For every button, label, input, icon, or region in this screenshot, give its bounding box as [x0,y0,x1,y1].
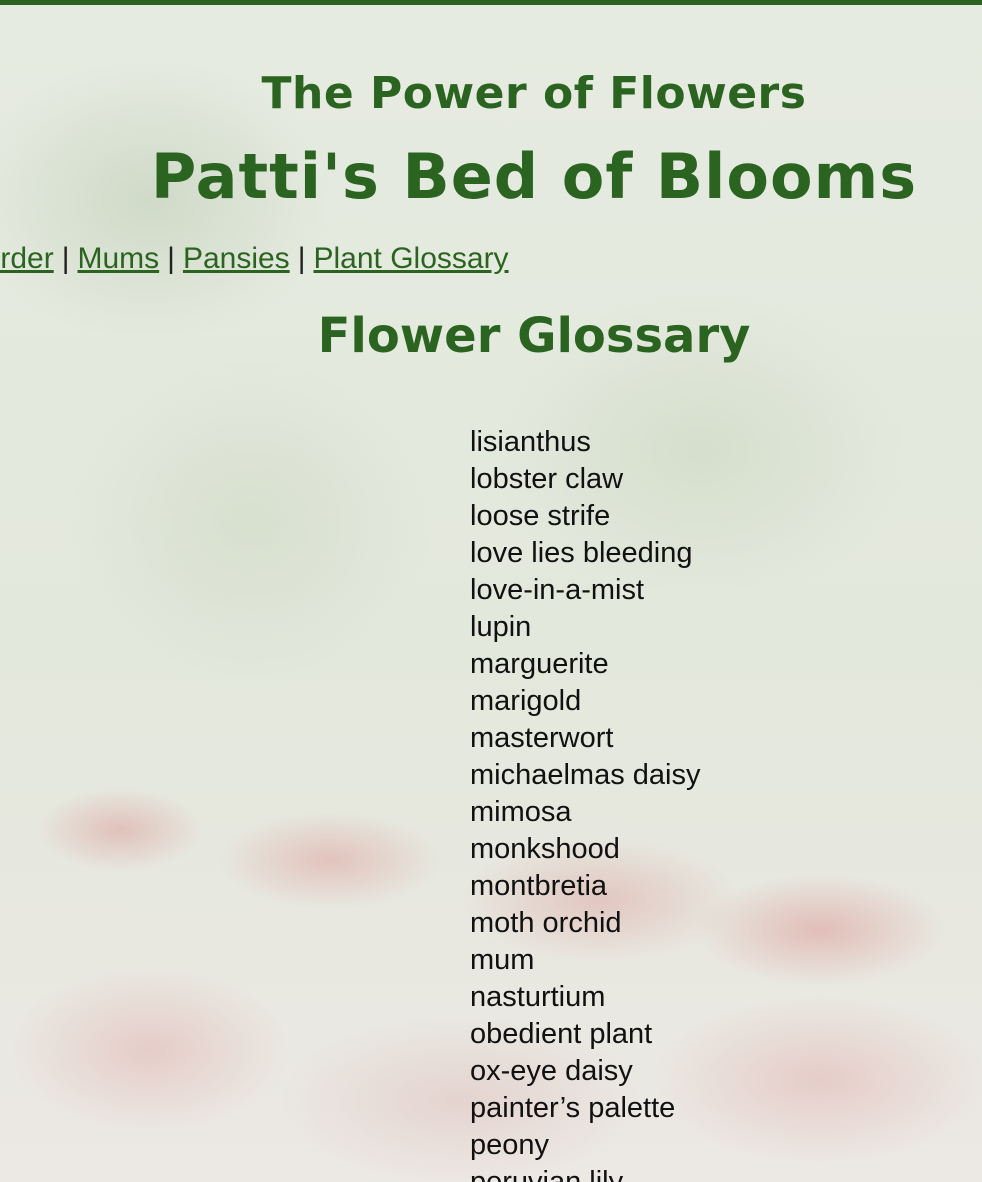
glossary-item: ox-eye daisy [470,1055,633,1087]
site-subtitle: The Power of Flowers [261,68,807,119]
glossary-item: loose strife [470,500,611,532]
glossary-item: mum [470,944,535,976]
glossary-item: peony [470,1129,550,1161]
glossary-item: nasturtium [470,981,606,1013]
glossary-item: love lies bleeding [470,537,693,569]
glossary-item: masterwort [470,722,614,754]
site-title: Patti's Bed of Blooms [150,140,918,213]
glossary-item: moth orchid [470,907,622,939]
nav-separator: | [61,242,70,275]
nav-separator: | [297,242,306,275]
glossary-item: love-in-a-mist [470,574,645,606]
glossary-item: mimosa [470,796,572,828]
glossary-item: lobster claw [470,463,624,495]
main-nav: Order|Mums|Pansies|Plant Glossary [0,242,509,276]
page-content: The Power of Flowers Patti's Bed of Bloo… [0,0,982,1182]
glossary-item: obedient plant [470,1018,653,1050]
glossary-list: lisianthus lobster claw loose strife love l… [470,424,700,1182]
nav-link-plant-glossary[interactable]: Plant Glossary [313,242,508,275]
nav-link-order[interactable]: Order [0,242,54,275]
glossary-item: painter’s palette [470,1092,676,1124]
glossary-item: peruvian lily [470,1166,624,1182]
glossary-item: monkshood [470,833,620,865]
page-heading: Flower Glossary [317,308,751,364]
glossary-item: marguerite [470,648,609,680]
nav-link-pansies[interactable]: Pansies [183,242,290,275]
glossary-item: lupin [470,611,532,643]
glossary-item: lisianthus [470,426,591,458]
nav-link-mums[interactable]: Mums [77,242,159,275]
glossary-item: marigold [470,685,582,717]
glossary-item: michaelmas daisy [470,759,701,791]
glossary-item: montbretia [470,870,608,902]
nav-separator: | [167,242,175,275]
